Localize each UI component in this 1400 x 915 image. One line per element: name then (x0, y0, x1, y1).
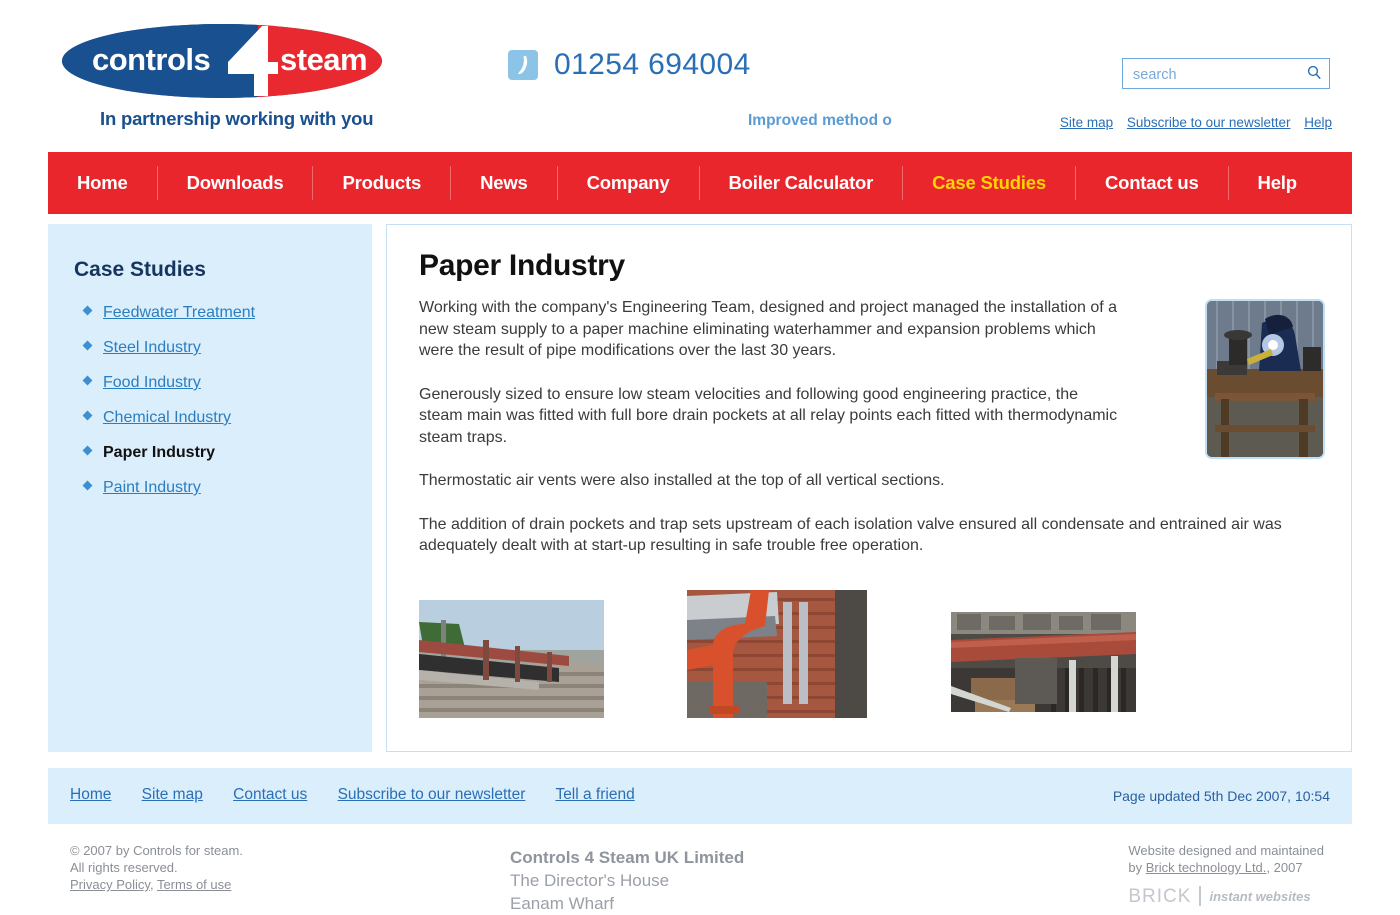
address-line-1: The Director's House (510, 871, 670, 890)
legal-links: Privacy Policy, Terms of use (70, 876, 243, 893)
brick-logo-word: BRICK (1128, 885, 1192, 907)
utility-link-newsletter[interactable]: Subscribe to our newsletter (1127, 115, 1291, 130)
article-paragraph: Generously sized to ensure low steam vel… (419, 385, 1118, 446)
credit-prefix: by (1128, 860, 1146, 875)
photo-thumbnails (419, 590, 1319, 725)
site-logo[interactable]: controls steam In partnership working wi… (62, 24, 412, 130)
nav-item-company[interactable]: Company (558, 172, 699, 194)
copyright-line-1: © 2007 by Controls for steam. (70, 843, 243, 858)
logo-tagline: In partnership working with you (100, 108, 374, 129)
company-name: Controls 4 Steam UK Limited (510, 848, 745, 867)
privacy-policy-link[interactable]: Privacy Policy (70, 877, 150, 892)
sidebar-item-feedwater-treatment[interactable]: Feedwater Treatment (82, 304, 372, 322)
footer-link-tell-a-friend[interactable]: Tell a friend (555, 786, 634, 803)
terms-of-use-link[interactable]: Terms of use (157, 877, 231, 892)
main-panel: Paper Industry Working with the company'… (386, 224, 1352, 752)
diamond-bullet-icon (82, 480, 93, 491)
phone-block: 01254 694004 (508, 48, 751, 82)
sidebar-list: Feedwater Treatment Steel Industry Food … (48, 304, 372, 497)
sidebar-item-paper-industry[interactable]: Paper Industry (82, 444, 372, 462)
red-pipe-bend-photo[interactable] (687, 590, 867, 718)
nav-item-downloads[interactable]: Downloads (158, 172, 313, 194)
search-box[interactable] (1122, 58, 1330, 89)
credit-line-2: by Brick technology Ltd., 2007 (1128, 859, 1324, 876)
red-pipe-run-photo[interactable] (951, 612, 1136, 712)
nav-item-boiler-calculator[interactable]: Boiler Calculator (700, 172, 903, 194)
sidebar-item-food-industry[interactable]: Food Industry (82, 374, 372, 392)
brick-logo-tagline: instant websites (1209, 888, 1311, 904)
sidebar-item-label[interactable]: Chemical Industry (103, 409, 231, 427)
copyright-block: © 2007 by Controls for steam. All rights… (70, 842, 243, 893)
brick-technology-link[interactable]: Brick technology Ltd. (1146, 860, 1267, 875)
credit-suffix: , 2007 (1266, 860, 1303, 875)
main-navigation: Home Downloads Products News Company Boi… (48, 152, 1352, 214)
website-credit-block: Website designed and maintained by Brick… (1128, 842, 1324, 906)
brick-logo-divider (1199, 886, 1202, 906)
sidebar-item-label[interactable]: Food Industry (103, 374, 201, 392)
page-title: Paper Industry (419, 249, 625, 282)
sidebar-item-label[interactable]: Feedwater Treatment (103, 304, 255, 322)
diamond-bullet-icon (82, 410, 93, 421)
credit-line-1: Website designed and maintained (1128, 843, 1324, 858)
footer-link-newsletter[interactable]: Subscribe to our newsletter (338, 786, 526, 803)
logo-ellipse: controls steam (62, 24, 382, 98)
sidebar-item-chemical-industry[interactable]: Chemical Industry (82, 409, 372, 427)
page-updated-text: Page updated 5th Dec 2007, 10:54 (1112, 788, 1330, 804)
nav-item-case-studies[interactable]: Case Studies (903, 172, 1075, 194)
utility-links: Site map Subscribe to our newsletter Hel… (1050, 115, 1332, 130)
article-paragraph: The addition of drain pockets and trap s… (419, 515, 1282, 555)
copyright-line-2: All rights reserved. (70, 860, 178, 875)
diamond-bullet-icon (82, 340, 93, 351)
sidebar-item-steel-industry[interactable]: Steel Industry (82, 339, 372, 357)
utility-link-help[interactable]: Help (1304, 115, 1332, 130)
article-body: Working with the company's Engineering T… (419, 297, 1282, 557)
search-input[interactable] (1131, 63, 1295, 86)
news-ticker-text: Improved method o (748, 112, 892, 129)
sidebar-item-label: Paper Industry (103, 444, 216, 461)
utility-link-site-map[interactable]: Site map (1060, 115, 1113, 130)
sidebar-title: Case Studies (74, 258, 206, 281)
footer-bar: Home Site map Contact us Subscribe to ou… (48, 768, 1352, 824)
phone-icon (508, 50, 538, 80)
company-address-block: Controls 4 Steam UK Limited The Director… (510, 846, 744, 915)
site-header: controls steam In partnership working wi… (0, 0, 1400, 145)
legal-link-separator: , (149, 877, 157, 892)
page-root: controls steam In partnership working wi… (0, 0, 1400, 913)
diamond-bullet-icon (82, 305, 93, 316)
sidebar-item-paint-industry[interactable]: Paint Industry (82, 479, 372, 497)
content-row: Case Studies Feedwater Treatment Steel I… (48, 224, 1352, 752)
nav-item-news[interactable]: News (451, 172, 557, 194)
sidebar: Case Studies Feedwater Treatment Steel I… (48, 224, 372, 752)
rooftop-pipework-photo[interactable] (419, 600, 604, 718)
sidebar-item-label[interactable]: Steel Industry (103, 339, 201, 357)
nav-item-contact-us[interactable]: Contact us (1076, 172, 1228, 194)
article-paragraph: Thermostatic air vents were also install… (419, 472, 945, 489)
diamond-bullet-icon (82, 445, 93, 456)
legal-section: © 2007 by Controls for steam. All rights… (48, 838, 1352, 913)
footer-link-home[interactable]: Home (70, 786, 111, 803)
nav-item-home[interactable]: Home (48, 172, 157, 194)
welder-photo (1205, 299, 1325, 459)
phone-number: 01254 694004 (554, 48, 751, 81)
address-line-2: Eanam Wharf (510, 894, 614, 913)
logo-word-steam: steam (280, 42, 368, 77)
search-icon[interactable] (1307, 65, 1322, 86)
logo-word-controls: controls (92, 42, 211, 77)
news-ticker: Improved method o (748, 112, 898, 136)
nav-item-products[interactable]: Products (313, 172, 450, 194)
sidebar-item-label[interactable]: Paint Industry (103, 479, 201, 497)
footer-link-site-map[interactable]: Site map (142, 786, 203, 803)
footer-link-contact-us[interactable]: Contact us (233, 786, 307, 803)
article-paragraph: Working with the company's Engineering T… (419, 299, 1117, 359)
footer-links: Home Site map Contact us Subscribe to ou… (70, 786, 661, 804)
brick-logo: BRICK instant websites (1128, 886, 1324, 906)
nav-item-help[interactable]: Help (1229, 172, 1326, 194)
diamond-bullet-icon (82, 375, 93, 386)
